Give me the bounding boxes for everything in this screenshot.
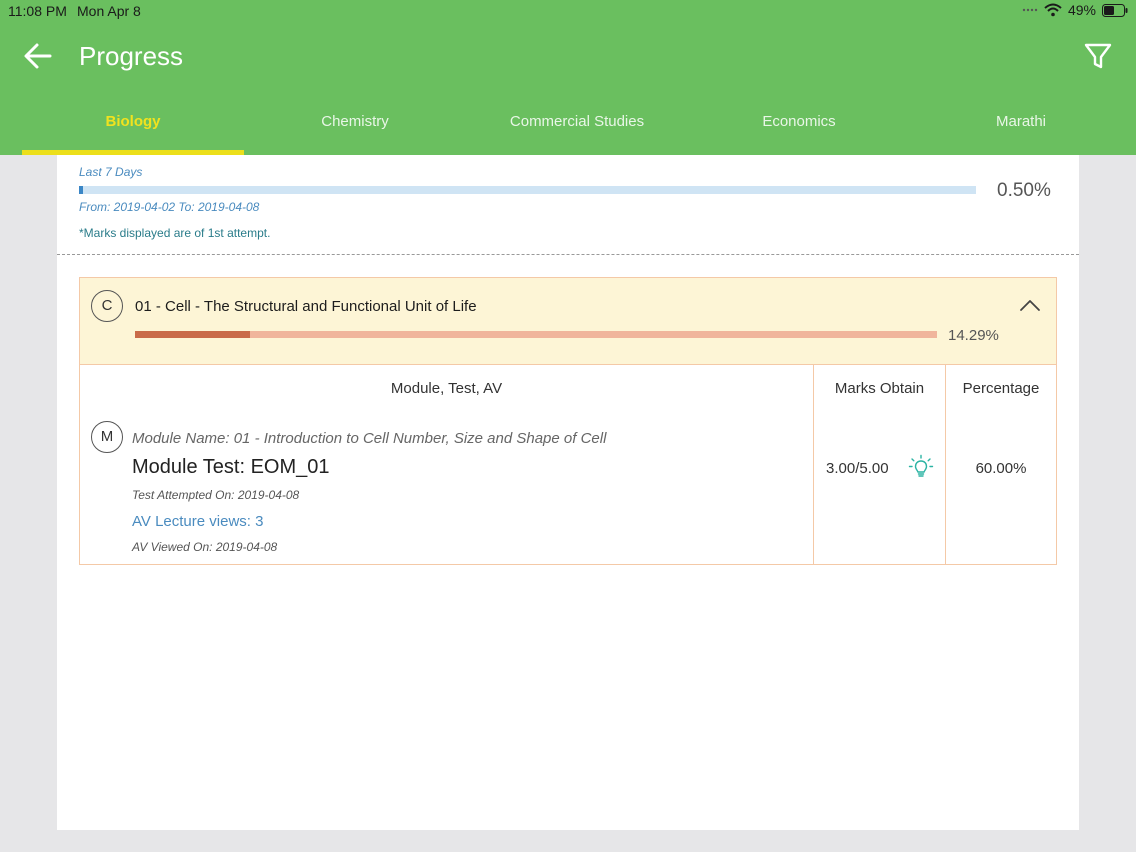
- chapter-progress-fill: [135, 331, 250, 338]
- chapter-progress-bar: [135, 331, 937, 338]
- tab-chemistry[interactable]: Chemistry: [244, 105, 466, 155]
- module-table: Module, Test, AV Marks Obtain Percentage…: [79, 364, 1057, 565]
- module-test-name: Module Test: EOM_01: [132, 456, 330, 478]
- battery-icon: [1102, 3, 1128, 17]
- header-module: Module, Test, AV: [390, 380, 503, 397]
- chapter-percentage: 14.29%: [948, 327, 999, 344]
- av-lecture-views-link[interactable]: AV Lecture views: 3: [132, 513, 263, 530]
- marks-obtained: 3.00/5.00: [826, 460, 889, 477]
- chapter-collapse-button[interactable]: [1018, 296, 1042, 316]
- subject-tabs: Biology Chemistry Commercial Studies Eco…: [0, 105, 1136, 155]
- app-header: 11:08 PM Mon Apr 8 49% Progress Biology …: [0, 0, 1136, 155]
- header-marks: Marks Obtain: [834, 380, 925, 397]
- status-date: Mon Apr 8: [77, 3, 141, 19]
- module-letter-badge: M: [91, 421, 123, 453]
- test-attempted-date: Test Attempted On: 2019-04-08: [132, 488, 300, 502]
- chapter-letter-badge: C: [91, 290, 123, 322]
- test-percentage: 60.00%: [975, 460, 1027, 477]
- tab-commercial-studies[interactable]: Commercial Studies: [466, 105, 688, 155]
- status-time: 11:08 PM: [8, 3, 67, 19]
- status-right: 49%: [1022, 2, 1128, 18]
- attempt-note: *Marks displayed are of 1st attempt.: [79, 226, 271, 240]
- filter-button[interactable]: [1083, 40, 1113, 72]
- header-percentage: Percentage: [962, 380, 1040, 397]
- summary-progress-bar: [79, 186, 976, 194]
- chapter-card[interactable]: C 01 - Cell - The Structural and Functio…: [79, 277, 1057, 365]
- summary-divider: [57, 254, 1079, 255]
- battery-percentage: 49%: [1067, 2, 1096, 18]
- tab-biology[interactable]: Biology: [22, 105, 244, 155]
- summary-date-range: From: 2019-04-02 To: 2019-04-08: [79, 200, 260, 214]
- progress-content: Last 7 Days 0.50% From: 2019-04-02 To: 2…: [57, 155, 1079, 830]
- hint-button[interactable]: [908, 454, 934, 480]
- page-title: Progress: [79, 41, 184, 71]
- tab-economics[interactable]: Economics: [688, 105, 910, 155]
- summary-range-label: Last 7 Days: [79, 165, 143, 179]
- tab-marathi[interactable]: Marathi: [910, 105, 1132, 155]
- summary-percentage: 0.50%: [997, 180, 1051, 201]
- cellular-dots-icon: [1022, 8, 1038, 12]
- filter-icon: [1084, 43, 1112, 69]
- wifi-icon: [1044, 3, 1062, 17]
- back-button[interactable]: [22, 40, 54, 72]
- arrow-left-icon: [24, 43, 52, 69]
- summary-progress-fill: [79, 186, 84, 194]
- module-name: Module Name: 01 - Introduction to Cell N…: [132, 430, 607, 447]
- chapter-title: 01 - Cell - The Structural and Functiona…: [135, 298, 477, 315]
- status-bar: 11:08 PM Mon Apr 8 49%: [0, 0, 1136, 22]
- lightbulb-icon: [908, 454, 934, 477]
- av-viewed-date: AV Viewed On: 2019-04-08: [132, 540, 278, 554]
- chevron-up-icon: [1020, 300, 1040, 311]
